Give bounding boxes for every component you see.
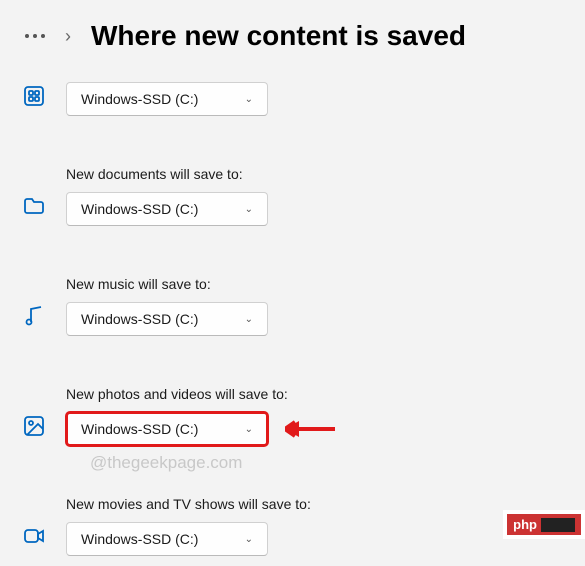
setting-row-movies: New movies and TV shows will save to: Wi… — [0, 486, 585, 566]
page-title: Where new content is saved — [91, 20, 466, 52]
chevron-down-icon: ⌄ — [245, 204, 253, 215]
more-options-icon[interactable] — [25, 34, 45, 38]
setting-row-photos: New photos and videos will save to: Wind… — [0, 376, 585, 456]
photos-location-dropdown[interactable]: Windows-SSD (C:) ⌄ — [66, 412, 268, 446]
photos-icon — [20, 412, 48, 440]
movies-label: New movies and TV shows will save to: — [66, 496, 311, 512]
chevron-down-icon: ⌄ — [245, 94, 253, 105]
chevron-down-icon: ⌄ — [245, 424, 253, 435]
documents-label: New documents will save to: — [66, 166, 268, 182]
chevron-down-icon: ⌄ — [245, 534, 253, 545]
setting-row-apps: Windows-SSD (C:) ⌄ — [0, 72, 585, 126]
dropdown-value: Windows-SSD (C:) — [81, 531, 198, 547]
dropdown-value: Windows-SSD (C:) — [81, 421, 198, 437]
photos-label: New photos and videos will save to: — [66, 386, 288, 402]
dropdown-value: Windows-SSD (C:) — [81, 91, 198, 107]
badge-text: php — [513, 517, 537, 532]
apps-location-dropdown[interactable]: Windows-SSD (C:) ⌄ — [66, 82, 268, 116]
apps-icon — [20, 82, 48, 110]
breadcrumb-chevron-icon: › — [65, 26, 71, 47]
chevron-down-icon: ⌄ — [245, 314, 253, 325]
video-camera-icon — [20, 522, 48, 550]
dropdown-value: Windows-SSD (C:) — [81, 311, 198, 327]
setting-row-documents: New documents will save to: Windows-SSD … — [0, 156, 585, 236]
setting-row-music: New music will save to: Windows-SSD (C:)… — [0, 266, 585, 346]
dropdown-value: Windows-SSD (C:) — [81, 201, 198, 217]
watermark-text: @thegeekpage.com — [90, 453, 242, 473]
music-label: New music will save to: — [66, 276, 268, 292]
movies-location-dropdown[interactable]: Windows-SSD (C:) ⌄ — [66, 522, 268, 556]
music-note-icon — [20, 302, 48, 330]
documents-folder-icon — [20, 192, 48, 220]
site-badge: php — [503, 510, 585, 539]
documents-location-dropdown[interactable]: Windows-SSD (C:) ⌄ — [66, 192, 268, 226]
music-location-dropdown[interactable]: Windows-SSD (C:) ⌄ — [66, 302, 268, 336]
